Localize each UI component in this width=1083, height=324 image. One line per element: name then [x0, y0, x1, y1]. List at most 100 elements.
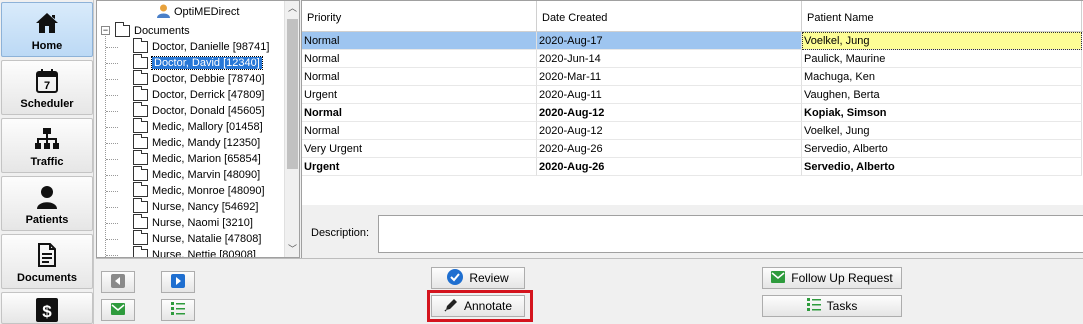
tree-item[interactable]: Doctor, David [12340]	[133, 54, 263, 71]
tasks-button[interactable]: Tasks	[762, 295, 902, 317]
table-row[interactable]: Normal 2020-Aug-17 Voelkel, Jung	[302, 32, 1083, 50]
scroll-down-icon[interactable]: ﹀	[285, 242, 299, 257]
tree-item[interactable]: Medic, Marion [65854]	[133, 150, 261, 167]
tree-item[interactable]: Medic, Monroe [48090]	[133, 182, 265, 199]
table-row[interactable]: Urgent 2020-Aug-11 Vaughen, Berta	[302, 86, 1083, 104]
tree-scrollbar[interactable]: ︿ ﹀	[284, 1, 299, 257]
folder-icon	[133, 38, 148, 53]
table-row[interactable]: Urgent 2020-Aug-26 Servedio, Alberto	[302, 158, 1083, 176]
arrow-right-icon	[171, 273, 185, 291]
tree-item[interactable]: Medic, Mallory [01458]	[133, 118, 263, 135]
table-row[interactable]: Normal 2020-Mar-11 Machuga, Ken	[302, 68, 1083, 86]
document-tree: OptiMEDirect − Documents Doctor, Daniell…	[96, 0, 300, 258]
table-cell-date: 2020-Aug-12	[537, 104, 802, 122]
folder-icon	[133, 86, 148, 101]
table-cell-patient: Voelkel, Jung	[802, 32, 1082, 50]
table-row[interactable]: Normal 2020-Aug-12 Voelkel, Jung	[302, 122, 1083, 140]
tree-branch-line	[106, 239, 118, 240]
scroll-up-icon[interactable]: ︿	[285, 1, 299, 16]
tree-item[interactable]: Doctor, Derrick [47809]	[133, 86, 265, 103]
nav-scheduler-button[interactable]: 7 Scheduler	[1, 60, 93, 115]
folder-icon	[133, 230, 148, 245]
folder-icon	[133, 166, 148, 181]
tree-item[interactable]: Doctor, Danielle [98741]	[133, 38, 269, 55]
collapse-icon[interactable]: −	[101, 26, 110, 35]
tree-branch-line	[106, 191, 118, 192]
tree-item-label: Medic, Marion [65854]	[152, 153, 261, 165]
tree-root-user[interactable]: OptiMEDirect	[157, 4, 239, 20]
tree-item[interactable]: Nurse, Natalie [47808]	[133, 230, 261, 247]
tree-branch-line	[106, 47, 118, 48]
table-row[interactable]: Normal 2020-Jun-14 Paulick, Maurine	[302, 50, 1083, 68]
review-button[interactable]: Review	[431, 267, 525, 289]
folder-icon	[133, 134, 148, 149]
tree-item-label: Medic, Mallory [01458]	[152, 121, 263, 133]
table-cell-priority: Urgent	[302, 158, 537, 176]
tree-branch-line	[106, 175, 118, 176]
column-header-date-created[interactable]: Date Created	[537, 1, 802, 32]
nav-home-label: Home	[31, 40, 63, 52]
description-label: Description:	[311, 227, 370, 239]
user-icon	[157, 4, 170, 21]
folder-icon	[133, 246, 148, 257]
table-cell-date: 2020-Mar-11	[537, 68, 802, 86]
message-button[interactable]	[101, 299, 135, 321]
scroll-thumb[interactable]	[287, 19, 298, 169]
tree-item-label: Nurse, Naomi [3210]	[152, 217, 253, 229]
description-field[interactable]	[378, 215, 1083, 253]
table-cell-date: 2020-Jun-14	[537, 50, 802, 68]
tree-item[interactable]: Nurse, Naomi [3210]	[133, 214, 253, 231]
tree-root-folder[interactable]: Documents	[115, 22, 190, 39]
envelope-icon	[771, 270, 786, 286]
review-label: Review	[469, 271, 509, 285]
tree-item[interactable]: Nurse, Nettie [80908]	[133, 246, 256, 257]
folder-icon	[133, 102, 148, 117]
tree-item[interactable]: Medic, Marvin [48090]	[133, 166, 260, 183]
tree-item-label: Nurse, Nancy [54692]	[152, 201, 259, 213]
table-row[interactable]: Very Urgent 2020-Aug-26 Servedio, Alberto	[302, 140, 1083, 158]
tree-item-label: Doctor, Debbie [78740]	[152, 73, 265, 85]
folder-icon	[133, 214, 148, 229]
next-button[interactable]	[161, 271, 195, 293]
tree-item-label: Doctor, Derrick [47809]	[152, 89, 265, 101]
table-cell-patient: Machuga, Ken	[802, 68, 1082, 86]
svg-text:$: $	[42, 302, 52, 321]
messages-grid: Priority Date Created Patient Name Norma…	[301, 0, 1083, 205]
document-icon	[2, 242, 92, 268]
tree-item-label: Medic, Mandy [12350]	[152, 137, 261, 149]
table-cell-priority: Normal	[302, 50, 537, 68]
folder-icon	[133, 118, 148, 133]
column-header-priority[interactable]: Priority	[302, 1, 537, 32]
nav-documents-button[interactable]: Documents	[1, 234, 93, 289]
nav-scheduler-label: Scheduler	[20, 98, 74, 110]
tree-item[interactable]: Nurse, Nancy [54692]	[133, 198, 259, 215]
table-cell-patient: Voelkel, Jung	[802, 122, 1082, 140]
table-cell-patient: Paulick, Maurine	[802, 50, 1082, 68]
tree-root-user-label: OptiMEDirect	[174, 6, 240, 18]
nav-home-button[interactable]: Home	[1, 2, 93, 57]
tree-branch-line	[106, 255, 118, 256]
follow-up-request-button[interactable]: Follow Up Request	[762, 267, 902, 289]
tree-branch-line	[106, 143, 118, 144]
tree-branch-line	[106, 223, 118, 224]
table-cell-patient: Servedio, Alberto	[802, 140, 1082, 158]
table-cell-date: 2020-Aug-12	[537, 122, 802, 140]
previous-button[interactable]	[101, 271, 135, 293]
dollar-icon: $	[2, 297, 92, 323]
nav-traffic-button[interactable]: Traffic	[1, 118, 93, 173]
table-row[interactable]: Normal 2020-Aug-12 Kopiak, Simson	[302, 104, 1083, 122]
nav-billing-button[interactable]: $	[1, 292, 93, 324]
column-header-patient-name[interactable]: Patient Name	[802, 1, 1082, 32]
table-cell-patient: Servedio, Alberto	[802, 158, 1082, 176]
task-list-button[interactable]	[161, 299, 195, 321]
tree-item[interactable]: Doctor, Donald [45605]	[133, 102, 265, 119]
table-cell-date: 2020-Aug-26	[537, 158, 802, 176]
table-cell-patient: Kopiak, Simson	[802, 104, 1082, 122]
nav-patients-button[interactable]: Patients	[1, 176, 93, 231]
table-cell-date: 2020-Aug-17	[537, 32, 802, 50]
tree-item[interactable]: Medic, Mandy [12350]	[133, 134, 261, 151]
folder-icon	[133, 150, 148, 165]
tree-item-label: Doctor, David [12340]	[151, 56, 263, 70]
tree-item[interactable]: Doctor, Debbie [78740]	[133, 70, 265, 87]
svg-text:7: 7	[44, 80, 50, 92]
